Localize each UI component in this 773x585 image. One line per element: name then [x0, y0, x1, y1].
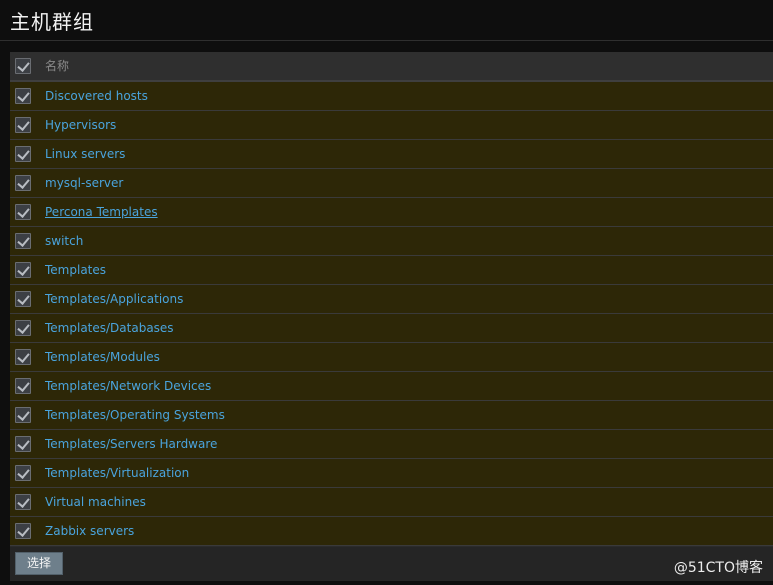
- table-row: Virtual machines: [10, 488, 773, 517]
- table-row: Hypervisors: [10, 111, 773, 140]
- row-checkbox[interactable]: [15, 175, 31, 191]
- table-row: Templates/Applications: [10, 285, 773, 314]
- host-group-link[interactable]: Templates/Modules: [45, 343, 160, 371]
- host-group-link[interactable]: Hypervisors: [45, 111, 116, 139]
- table-row: Percona Templates: [10, 198, 773, 227]
- row-checkbox[interactable]: [15, 349, 31, 365]
- row-checkbox[interactable]: [15, 494, 31, 510]
- host-groups-popup: 主机群组 名称 Discovered hosts Hypervisors Lin…: [0, 0, 773, 585]
- table-row: Templates/Servers Hardware: [10, 430, 773, 459]
- table-row: Discovered hosts: [10, 82, 773, 111]
- host-group-link[interactable]: Zabbix servers: [45, 517, 134, 545]
- row-checkbox[interactable]: [15, 378, 31, 394]
- table-row: Templates/Operating Systems: [10, 401, 773, 430]
- row-checkbox[interactable]: [15, 204, 31, 220]
- row-checkbox[interactable]: [15, 407, 31, 423]
- host-group-link[interactable]: mysql-server: [45, 169, 123, 197]
- host-group-link[interactable]: Templates/Virtualization: [45, 459, 189, 487]
- row-checkbox[interactable]: [15, 291, 31, 307]
- host-groups-table: 名称 Discovered hosts Hypervisors Linux se…: [10, 52, 773, 547]
- table-row: Zabbix servers: [10, 517, 773, 546]
- table-row: Templates/Databases: [10, 314, 773, 343]
- host-group-link[interactable]: Linux servers: [45, 140, 125, 168]
- table-row: Templates/Modules: [10, 343, 773, 372]
- table-row: switch: [10, 227, 773, 256]
- host-group-link[interactable]: Discovered hosts: [45, 82, 148, 110]
- host-group-link[interactable]: Templates: [45, 256, 106, 284]
- select-all-checkbox[interactable]: [15, 58, 31, 74]
- host-group-link[interactable]: Templates/Servers Hardware: [45, 430, 217, 458]
- table-row: Templates: [10, 256, 773, 285]
- host-group-link[interactable]: Virtual machines: [45, 488, 146, 516]
- table-row: Linux servers: [10, 140, 773, 169]
- row-checkbox[interactable]: [15, 233, 31, 249]
- row-checkbox[interactable]: [15, 146, 31, 162]
- row-checkbox[interactable]: [15, 88, 31, 104]
- host-group-link[interactable]: switch: [45, 227, 83, 255]
- row-checkbox[interactable]: [15, 117, 31, 133]
- table-header: 名称: [10, 52, 773, 82]
- row-checkbox[interactable]: [15, 262, 31, 278]
- host-group-link[interactable]: Templates/Applications: [45, 285, 183, 313]
- row-checkbox[interactable]: [15, 523, 31, 539]
- row-checkbox[interactable]: [15, 320, 31, 336]
- select-button[interactable]: 选择: [15, 552, 63, 575]
- host-group-link[interactable]: Templates/Network Devices: [45, 372, 211, 400]
- title-divider: [0, 40, 773, 41]
- row-checkbox[interactable]: [15, 436, 31, 452]
- row-checkbox[interactable]: [15, 465, 31, 481]
- watermark: @51CTO博客: [673, 560, 763, 576]
- column-header-name: 名称: [45, 59, 70, 73]
- table-footer: 选择: [10, 547, 773, 581]
- host-group-link-hovered[interactable]: Percona Templates: [45, 198, 158, 226]
- page-title: 主机群组: [10, 10, 94, 34]
- table-row: Templates/Virtualization: [10, 459, 773, 488]
- host-group-link[interactable]: Templates/Databases: [45, 314, 174, 342]
- host-group-link[interactable]: Templates/Operating Systems: [45, 401, 225, 429]
- table-row: Templates/Network Devices: [10, 372, 773, 401]
- table-row: mysql-server: [10, 169, 773, 198]
